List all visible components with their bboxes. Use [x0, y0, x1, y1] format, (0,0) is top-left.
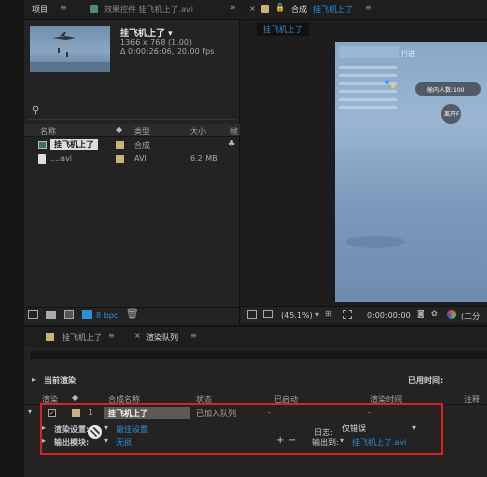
project-item-row[interactable]: ....avi AVI 6.2 MB: [24, 153, 240, 165]
trash-icon[interactable]: 🗑: [126, 309, 139, 320]
label-tag-icon[interactable]: ◆: [116, 125, 122, 134]
lock-icon[interactable]: 🔒: [275, 3, 285, 12]
tab-render-queue[interactable]: 渲染队列: [146, 332, 178, 343]
tab-effect-controls[interactable]: 效果控件 挂飞机上了.avi: [104, 4, 193, 15]
composition-icon: [38, 141, 47, 149]
project-bottom-toolbar: 8 bpc 🗑: [24, 307, 240, 323]
comp-info-duration: Δ 0:00:26:06, 20.00 fps: [120, 47, 215, 56]
column-frame[interactable]: 帧: [230, 126, 238, 137]
game-people-count: 舱内人数:100: [427, 87, 465, 94]
show-snapshot-icon[interactable]: ✿: [431, 309, 438, 318]
comp-tab-title[interactable]: 挂飞机上了: [313, 4, 353, 15]
label-color-swatch[interactable]: [116, 141, 124, 149]
bit-depth-icon[interactable]: [82, 310, 92, 319]
render-queue-panel: ▸ 当前渲染 已用时间: 渲染 ◆ 合成名称 状态 已启动 渲染时间 注释 ▾ …: [24, 347, 487, 477]
current-timecode[interactable]: 0:00:00:00: [367, 311, 411, 320]
column-name[interactable]: 名称: [40, 126, 56, 137]
column-size[interactable]: 大小: [190, 126, 206, 137]
tab-menu-icon[interactable]: ≡: [60, 3, 67, 12]
project-item-name: ....avi: [50, 154, 73, 163]
project-column-header: 名称 ◆ 类型 大小 帧: [24, 124, 240, 137]
project-tab-bar: 项目 ≡ 效果控件 挂飞机上了.avi: [24, 0, 240, 20]
close-icon[interactable]: ×: [134, 331, 141, 340]
highlight-annotation-box: [40, 403, 443, 455]
render-progress-bar: [30, 351, 487, 359]
color-channels-icon[interactable]: [447, 310, 456, 319]
view-layout[interactable]: (二分: [461, 311, 480, 322]
zoom-level[interactable]: (45.1%): [281, 311, 313, 320]
comp-tab-icon: [261, 5, 269, 13]
column-type[interactable]: 类型: [134, 126, 150, 137]
always-preview-icon[interactable]: [247, 310, 257, 319]
elapsed-time-label: 已用时间:: [408, 376, 444, 385]
comp-tab-bar: × 🔒 合成 挂飞机上了 ≡: [241, 0, 487, 20]
project-item-name: 挂飞机上了: [50, 139, 98, 150]
current-render-label: 当前渲染: [44, 376, 76, 385]
project-search[interactable]: ⚲: [28, 104, 236, 120]
column-comment[interactable]: 注释: [464, 394, 480, 405]
tab-menu-icon[interactable]: ≡: [108, 331, 115, 340]
project-item-type: 合成: [134, 141, 150, 150]
bit-depth-label[interactable]: 8 bpc: [96, 311, 118, 320]
label-color-swatch[interactable]: [116, 155, 124, 163]
timeline-tab-bar: 挂飞机上了 ≡ × 渲染队列 ≡: [24, 325, 487, 347]
project-item-row[interactable]: 挂飞机上了 合成 ♣: [24, 139, 240, 151]
interpret-footage-icon[interactable]: [28, 310, 38, 319]
project-panel: 项目 ≡ 效果控件 挂飞机上了.avi » 挂飞机上了 ▾ 1366 x 768…: [24, 0, 240, 325]
expand-triangle-icon[interactable]: ▸: [32, 375, 36, 384]
comp-thumbnail: [30, 26, 110, 72]
project-item-size: 6.2 MB: [190, 154, 218, 163]
search-icon: ⚲: [32, 105, 40, 116]
new-folder-icon[interactable]: [46, 311, 56, 319]
project-item-type: AVI: [134, 154, 147, 163]
monitor-icon[interactable]: [263, 310, 273, 318]
collapse-triangle-icon[interactable]: ▾: [28, 407, 32, 416]
plane-thumbnail-icon: [30, 32, 110, 72]
flowchart-icon[interactable]: ♣: [228, 139, 235, 148]
game-overlay: [335, 46, 487, 302]
label-tag-icon[interactable]: ◆: [72, 393, 78, 402]
double-chevron-icon[interactable]: »: [230, 3, 236, 13]
game-jump-label: 离开F: [444, 111, 460, 118]
grid-icon[interactable]: ⊞: [325, 309, 332, 318]
tab-project[interactable]: 项目: [32, 4, 48, 15]
left-gutter: [0, 0, 24, 477]
close-icon[interactable]: ×: [249, 4, 256, 13]
tab-menu-icon[interactable]: ≡: [190, 331, 197, 340]
game-stat-label: 行进: [401, 50, 415, 58]
breadcrumb[interactable]: 挂飞机上了: [257, 23, 309, 36]
effects-panel-icon: [90, 5, 98, 13]
tab-menu-icon[interactable]: ≡: [365, 3, 372, 12]
comp-viewer-toolbar: (45.1%) ▾ ⊞ 0:00:00:00 ◙ ✿ (二分: [241, 306, 487, 323]
tab-timeline-comp[interactable]: 挂飞机上了: [62, 332, 102, 343]
region-icon[interactable]: [343, 310, 352, 319]
new-composition-icon[interactable]: [64, 310, 74, 319]
video-file-icon: [38, 154, 46, 164]
composition-panel: × 🔒 合成 挂飞机上了 ≡ 挂飞机上了 行进 舱内人数:100 离开F (45…: [241, 0, 487, 325]
comp-info-size: 1366 x 768 (1.00): [120, 38, 193, 47]
comp-tab-label[interactable]: 合成: [291, 4, 307, 15]
chevron-down-icon[interactable]: ▾: [315, 310, 319, 319]
comp-viewer[interactable]: 行进 舱内人数:100 离开F: [335, 42, 487, 302]
camera-icon[interactable]: ◙: [417, 309, 425, 318]
timeline-tab-icon: [46, 333, 54, 341]
